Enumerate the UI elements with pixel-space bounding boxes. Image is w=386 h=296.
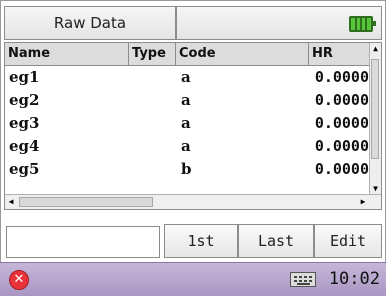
- scroll-left-arrow-icon[interactable]: ◀: [5, 195, 17, 209]
- close-icon[interactable]: ✕: [9, 270, 29, 290]
- clock: 10:02: [328, 269, 380, 289]
- vertical-scroll-thumb[interactable]: [371, 59, 379, 159]
- cell-code: a: [181, 68, 191, 86]
- scroll-right-arrow-icon[interactable]: ▶: [357, 195, 369, 209]
- table-row[interactable]: eg1 a 0.0000: [5, 66, 371, 89]
- table-body: eg1 a 0.0000 eg2 a 0.0000 eg3 a 0.0000 e…: [5, 66, 371, 181]
- bottom-controls: 1st Last Edit: [4, 224, 382, 260]
- raw-data-table: Name Type Code HR eg1 a 0.0000 eg2 a 0.0…: [4, 42, 382, 210]
- table-row[interactable]: eg4 a 0.0000: [5, 135, 371, 158]
- scroll-up-arrow-icon[interactable]: ▲: [370, 43, 381, 55]
- table-row[interactable]: eg2 a 0.0000: [5, 89, 371, 112]
- vertical-scrollbar[interactable]: ▲ ▼: [369, 43, 381, 195]
- column-header-hr[interactable]: HR: [309, 43, 371, 65]
- cell-code: a: [181, 114, 191, 132]
- cell-hr: 0.0000: [314, 68, 369, 86]
- cell-code: a: [181, 137, 191, 155]
- column-header-name[interactable]: Name: [5, 43, 129, 65]
- cell-name: eg3: [9, 114, 40, 132]
- table-header: Name Type Code HR: [5, 43, 371, 66]
- cell-name: eg2: [9, 91, 40, 109]
- cell-hr: 0.0000: [314, 114, 369, 132]
- cell-name: eg4: [9, 137, 40, 155]
- battery-icon: [349, 16, 376, 32]
- cell-name: eg5: [9, 160, 40, 178]
- table-row[interactable]: eg3 a 0.0000: [5, 112, 371, 135]
- last-button[interactable]: Last: [238, 224, 314, 258]
- first-button[interactable]: 1st: [164, 224, 238, 258]
- page-title: Raw Data: [5, 7, 177, 39]
- taskbar: ✕ 10:02: [0, 262, 386, 296]
- table-row[interactable]: eg5 b 0.0000: [5, 158, 371, 181]
- cell-hr: 0.0000: [314, 160, 369, 178]
- cell-code: b: [181, 160, 192, 178]
- keyboard-icon[interactable]: [290, 272, 316, 287]
- cell-hr: 0.0000: [314, 91, 369, 109]
- edit-button[interactable]: Edit: [314, 224, 382, 258]
- horizontal-scroll-thumb[interactable]: [19, 197, 153, 207]
- horizontal-scrollbar[interactable]: ◀ ▶: [5, 194, 381, 209]
- search-input[interactable]: [6, 226, 160, 258]
- title-bar: Raw Data: [4, 6, 382, 40]
- column-header-type[interactable]: Type: [129, 43, 176, 65]
- cell-code: a: [181, 91, 191, 109]
- cell-hr: 0.0000: [314, 137, 369, 155]
- column-header-code[interactable]: Code: [176, 43, 309, 65]
- cell-name: eg1: [9, 68, 40, 86]
